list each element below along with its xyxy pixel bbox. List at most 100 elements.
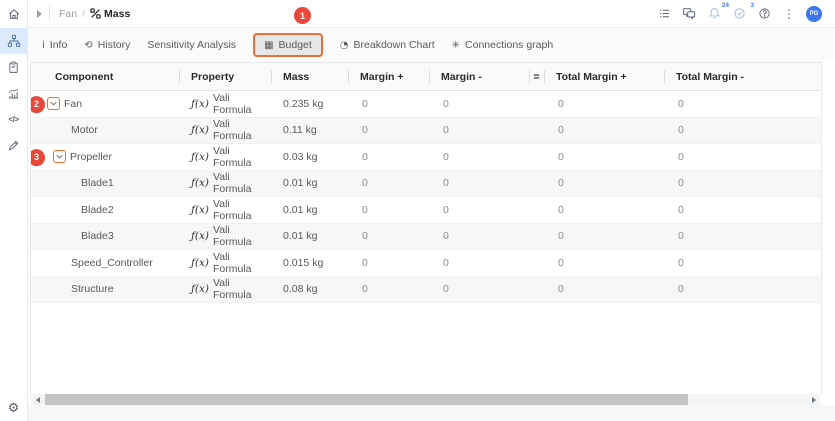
formula-icon: ƒ(x) xyxy=(191,230,210,243)
tab-info[interactable]: i Info xyxy=(42,39,67,51)
property-cell: ƒ(x) Vali Formula xyxy=(191,197,252,222)
table-body: Fan 2 ƒ(x) Vali Formula 0.235 kg 0 0 0 0… xyxy=(31,91,821,303)
formula-icon: ƒ(x) xyxy=(191,177,210,190)
mass-cell: 0.015 kg xyxy=(283,256,324,269)
equals-cell xyxy=(529,197,544,223)
notifications-bell-icon[interactable]: 24 xyxy=(706,2,729,22)
tab-connections-graph[interactable]: ✳ Connections graph xyxy=(452,39,554,51)
annotation-step-3: 3 xyxy=(31,148,45,166)
table-header: Component Property Mass Margin + Margin … xyxy=(31,63,821,91)
approvals-badge: 3 xyxy=(750,1,754,9)
sidebar-item-product-tree[interactable] xyxy=(0,28,27,54)
code-icon: </> xyxy=(8,114,19,124)
horizontal-scrollbar[interactable] xyxy=(31,394,820,405)
table-row[interactable]: Motor ƒ(x) Vali Formula 0.11 kg 0 0 0 0 xyxy=(31,117,821,144)
app-window: </> ⚙ Fan / Mass 24 3 ⋮ PG i Info ⟲ Hist… xyxy=(0,0,835,421)
equals-cell xyxy=(529,118,544,144)
tab-history[interactable]: ⟲ History xyxy=(84,39,130,51)
table-row[interactable]: Fan 2 ƒ(x) Vali Formula 0.235 kg 0 0 0 0 xyxy=(31,91,821,118)
annotation-step-2: 2 xyxy=(31,95,45,113)
task-list-icon[interactable] xyxy=(656,6,672,22)
chat-icon[interactable] xyxy=(681,6,697,22)
topbar-actions: 24 3 ⋮ PG xyxy=(656,2,835,22)
column-header-component: Component xyxy=(55,70,114,83)
page-footer-strip xyxy=(28,405,835,421)
user-avatar[interactable]: PG xyxy=(806,5,822,22)
column-header-mass: Mass xyxy=(271,63,348,90)
total-margin-minus-cell: 0 xyxy=(678,203,684,216)
sidebar-item-code[interactable]: </> xyxy=(0,106,27,132)
margin-minus-cell: 0 xyxy=(443,177,449,190)
asterisk-icon: ✳ xyxy=(451,39,461,51)
component-cell: Structure xyxy=(71,283,114,296)
sidebar-item-analytics[interactable] xyxy=(0,80,27,106)
margin-plus-cell: 0 xyxy=(362,256,368,269)
equals-cell xyxy=(529,144,544,170)
mass-cell: 0.01 kg xyxy=(283,230,318,243)
tab-sensitivity-analysis[interactable]: Sensitivity Analysis xyxy=(147,39,236,51)
more-options-icon[interactable]: ⋮ xyxy=(781,6,797,22)
tab-budget[interactable]: ▦ Budget xyxy=(253,33,323,57)
total-margin-plus-cell: 0 xyxy=(558,230,564,243)
pie-chart-icon: ◔ xyxy=(339,39,349,51)
sidebar: </> ⚙ xyxy=(0,0,28,421)
settings-gear-icon: ⚙ xyxy=(7,401,20,416)
margin-plus-cell: 0 xyxy=(362,283,368,296)
mass-cell: 0.01 kg xyxy=(283,177,318,190)
help-icon[interactable] xyxy=(756,6,772,22)
expand-toggle[interactable] xyxy=(53,150,66,164)
table-row[interactable]: Speed_Controller ƒ(x) Vali Formula 0.015… xyxy=(31,250,821,277)
formula-icon: ƒ(x) xyxy=(191,124,210,137)
approvals-check-icon[interactable]: 3 xyxy=(731,2,754,22)
table-row[interactable]: Propeller 3 ƒ(x) Vali Formula 0.03 kg 0 … xyxy=(31,144,821,171)
total-margin-minus-cell: 0 xyxy=(678,124,684,137)
history-icon: ⟲ xyxy=(84,39,93,51)
component-cell: Blade2 xyxy=(81,203,114,216)
total-margin-plus-cell: 0 xyxy=(558,283,564,296)
table-row[interactable]: Blade1 ƒ(x) Vali Formula 0.01 kg 0 0 0 0 xyxy=(31,170,821,197)
property-cell: ƒ(x) Vali Formula xyxy=(191,118,252,143)
margin-minus-cell: 0 xyxy=(443,124,449,137)
tab-breakdown-chart[interactable]: ◔ Breakdown Chart xyxy=(340,39,435,51)
info-icon: i xyxy=(42,39,45,51)
formula-icon: ƒ(x) xyxy=(191,203,210,216)
divider xyxy=(49,6,50,21)
property-cell: ƒ(x) Vali Formula xyxy=(191,171,252,196)
mass-cell: 0.11 kg xyxy=(283,124,317,137)
property-cell: ƒ(x) Vali Formula xyxy=(191,224,252,249)
sidebar-item-settings[interactable]: ⚙ xyxy=(0,401,27,416)
total-margin-plus-cell: 0 xyxy=(558,177,564,190)
scroll-right-arrow[interactable] xyxy=(807,394,820,405)
table-row[interactable]: Structure ƒ(x) Vali Formula 0.08 kg 0 0 … xyxy=(31,276,821,303)
equals-cell xyxy=(529,250,544,276)
expand-toggle[interactable] xyxy=(47,97,60,111)
component-cell: Blade1 xyxy=(81,177,114,190)
margin-plus-cell: 0 xyxy=(362,97,368,110)
margin-minus-cell: 0 xyxy=(443,283,449,296)
sidebar-item-home[interactable] xyxy=(0,0,27,28)
column-header-margin-minus: Margin - xyxy=(429,63,529,90)
margin-minus-cell: 0 xyxy=(443,97,449,110)
mass-cell: 0.235 kg xyxy=(283,97,324,110)
notifications-badge: 24 xyxy=(721,1,729,9)
scrollbar-thumb[interactable] xyxy=(45,394,688,405)
component-cell: Motor xyxy=(71,124,98,137)
sidebar-item-edit[interactable] xyxy=(0,132,27,158)
property-cell: ƒ(x) Vali Formula xyxy=(191,91,252,116)
table-row[interactable]: Blade3 ƒ(x) Vali Formula 0.01 kg 0 0 0 0 xyxy=(31,223,821,250)
breadcrumb-parent[interactable]: Fan xyxy=(59,8,77,20)
total-margin-minus-cell: 0 xyxy=(678,256,684,269)
scroll-left-arrow[interactable] xyxy=(31,394,44,405)
table-row[interactable]: Blade2 ƒ(x) Vali Formula 0.01 kg 0 0 0 0 xyxy=(31,197,821,224)
formula-icon: ƒ(x) xyxy=(191,150,210,163)
mass-property-icon xyxy=(90,8,101,19)
tab-bar: i Info ⟲ History Sensitivity Analysis ▦ … xyxy=(28,28,835,62)
collapse-panel-icon[interactable] xyxy=(37,9,42,18)
total-margin-plus-cell: 0 xyxy=(558,150,564,163)
column-header-total-margin-minus: Total Margin - xyxy=(664,63,821,90)
total-margin-plus-cell: 0 xyxy=(558,124,564,137)
margin-minus-cell: 0 xyxy=(443,230,449,243)
sidebar-item-requirements[interactable] xyxy=(0,54,27,80)
total-margin-plus-cell: 0 xyxy=(558,256,564,269)
total-margin-minus-cell: 0 xyxy=(678,97,684,110)
